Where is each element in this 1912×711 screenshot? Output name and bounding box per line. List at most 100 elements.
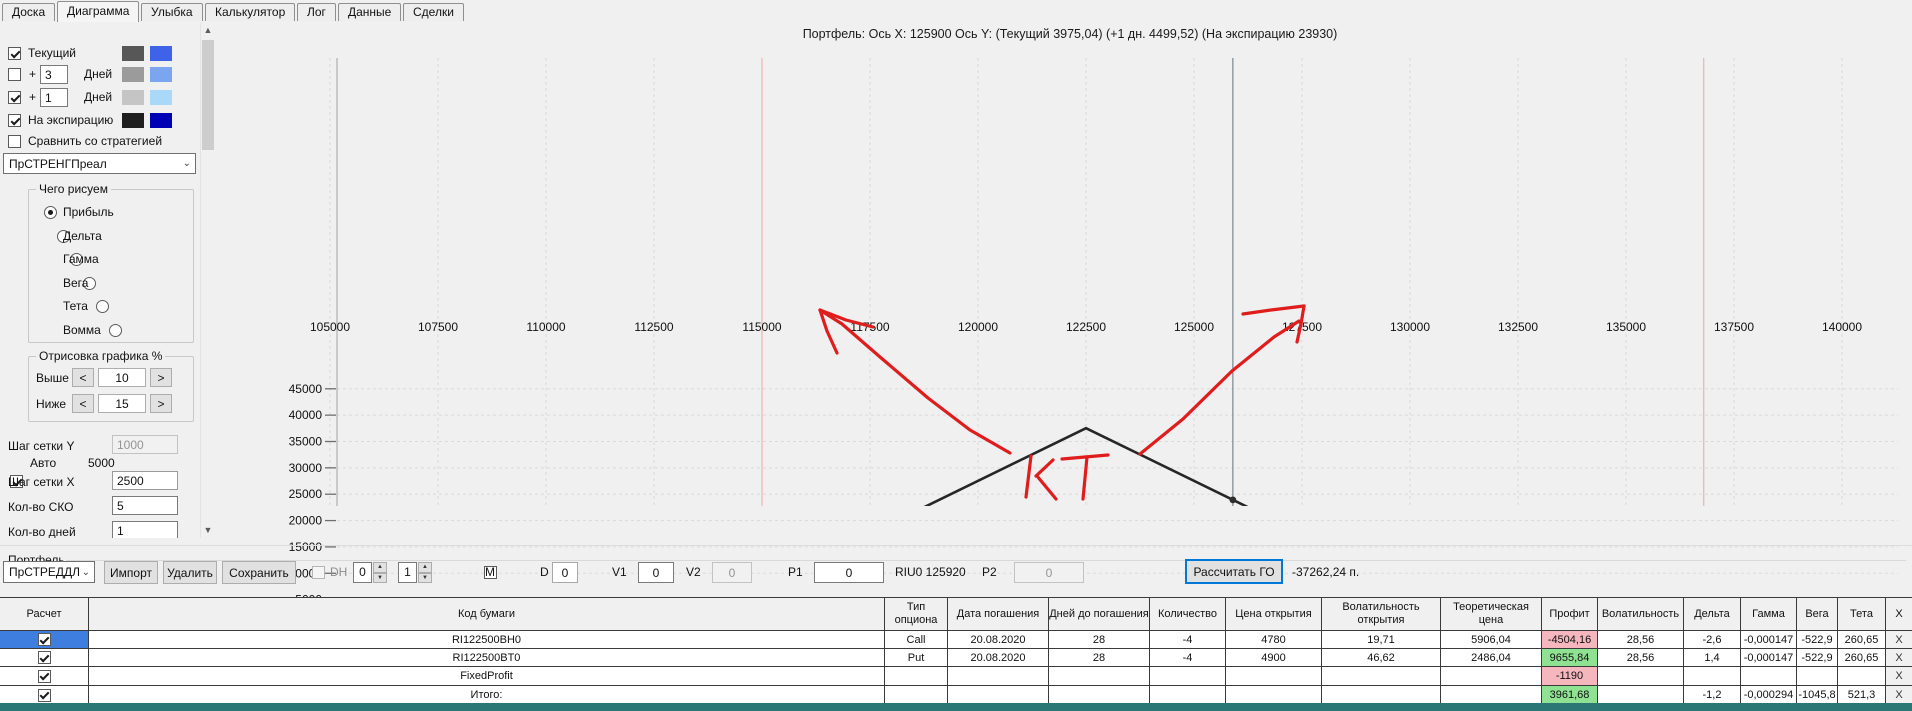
calc-go-button[interactable]: Рассчитать ГО	[1185, 559, 1283, 584]
remove-row-button[interactable]: X	[1886, 686, 1912, 704]
column-header[interactable]: Тип опциона	[885, 598, 947, 630]
remove-row-button[interactable]: X	[1886, 649, 1912, 666]
column-header[interactable]: Волатильность открытия	[1322, 598, 1440, 630]
spin-down-icon[interactable]: ▼	[373, 572, 387, 583]
cell-qty	[1150, 667, 1225, 685]
svg-text:112500: 112500	[634, 320, 673, 334]
plus1-checkbox[interactable]	[8, 91, 21, 104]
v2-input[interactable]	[712, 562, 752, 583]
column-header[interactable]: Дата погашения	[948, 598, 1048, 630]
plus1-days-input[interactable]	[40, 88, 68, 107]
p1-input[interactable]	[814, 562, 884, 583]
remove-row-button[interactable]: X	[1886, 667, 1912, 685]
svg-text:120000: 120000	[958, 320, 998, 334]
radio-прибыль[interactable]	[44, 206, 57, 219]
cell-date: 20.08.2020	[948, 631, 1048, 648]
p2-label: P2	[982, 565, 997, 579]
grid-step-y-input[interactable]	[112, 435, 178, 454]
tab-улыбка[interactable]: Улыбка	[141, 3, 203, 21]
plus-sign: +	[29, 90, 37, 104]
row-calc-checkbox-cell[interactable]	[0, 631, 88, 648]
v1-input[interactable]	[638, 562, 674, 583]
sko-count-input[interactable]	[112, 496, 178, 515]
column-header[interactable]: Профит	[1542, 598, 1597, 630]
column-header[interactable]: Цена открытия	[1226, 598, 1321, 630]
sidebar-scrollbar[interactable]: ▲ ▼	[200, 23, 216, 538]
above-increment-button[interactable]: >	[150, 368, 172, 387]
remove-row-button[interactable]: X	[1886, 631, 1912, 648]
plus3-days-input[interactable]	[40, 65, 68, 84]
tab-данные[interactable]: Данные	[338, 3, 402, 21]
save-button[interactable]: Сохранить	[222, 561, 296, 584]
plus3-checkbox[interactable]	[8, 68, 21, 81]
expiration-marker-swatch[interactable]	[150, 113, 172, 128]
tab-калькулятор[interactable]: Калькулятор	[205, 3, 296, 21]
column-header[interactable]: Количество	[1150, 598, 1225, 630]
expiration-checkbox[interactable]	[8, 114, 21, 127]
below-decrement-button[interactable]: <	[72, 394, 94, 413]
spin-up-icon[interactable]: ▲	[373, 562, 387, 573]
hand-annotation-stroke	[1035, 474, 1058, 501]
current-marker-swatch[interactable]	[150, 46, 172, 61]
compare-strategy-checkbox[interactable]	[8, 135, 21, 148]
dh-spinner-2-value: 1	[398, 562, 417, 583]
column-header[interactable]: Дельта	[1684, 598, 1740, 630]
column-header[interactable]: Вега	[1797, 598, 1837, 630]
scroll-up-icon[interactable]: ▲	[201, 23, 215, 38]
radio-вомма[interactable]	[109, 323, 122, 337]
current-checkbox[interactable]	[8, 47, 21, 60]
column-header[interactable]: Тета	[1838, 598, 1885, 630]
grid-step-x-input[interactable]	[112, 471, 178, 490]
expiration-line-swatch[interactable]	[122, 113, 144, 128]
column-header[interactable]: Волатильность	[1598, 598, 1683, 630]
dh-checkbox[interactable]	[312, 566, 325, 579]
dh-spinner-2[interactable]: 1 ▲ ▼	[398, 562, 432, 583]
plus3-marker-swatch[interactable]	[150, 67, 172, 82]
plus1-line-swatch[interactable]	[122, 90, 144, 105]
column-header[interactable]: Теоретическая цена	[1441, 598, 1541, 630]
column-header[interactable]: Гамма	[1741, 598, 1796, 630]
below-increment-button[interactable]: >	[150, 394, 172, 413]
spin-down-icon[interactable]: ▼	[418, 572, 432, 583]
below-percent-input[interactable]	[98, 394, 146, 413]
d-input[interactable]	[552, 562, 578, 583]
calc-checkbox[interactable]	[37, 688, 51, 702]
cell-theo_price: 5906,04	[1441, 631, 1541, 648]
cell-date: 20.08.2020	[948, 649, 1048, 666]
strategy-combobox[interactable]: ПрСТРЕНГПреал ⌄	[3, 153, 196, 174]
tab-диаграмма[interactable]: Диаграмма	[57, 1, 140, 22]
above-percent-input[interactable]	[98, 368, 146, 387]
current-line-swatch[interactable]	[122, 46, 144, 61]
days-count-input[interactable]	[112, 521, 178, 538]
tab-доска[interactable]: Доска	[2, 3, 56, 21]
column-header[interactable]: X	[1886, 598, 1912, 630]
scrollbar-thumb[interactable]	[202, 40, 214, 150]
calc-checkbox[interactable]	[37, 651, 51, 664]
spin-up-icon[interactable]: ▲	[418, 562, 432, 573]
tab-сделки[interactable]: Сделки	[403, 3, 464, 21]
radio-тета[interactable]	[96, 300, 109, 313]
column-header[interactable]: Расчет	[0, 598, 88, 630]
import-button[interactable]: Импорт	[104, 561, 158, 584]
cell-type	[885, 686, 947, 704]
above-decrement-button[interactable]: <	[72, 368, 94, 387]
dh-spinner-1[interactable]: 0 ▲ ▼	[353, 562, 387, 583]
portfolio-combobox[interactable]: ПрСТРЕДДЛ ⌄	[3, 561, 95, 583]
p2-input[interactable]	[1014, 562, 1084, 583]
price-marker-dot	[1229, 496, 1237, 504]
calc-checkbox[interactable]	[37, 669, 51, 683]
cell-gamma: -0,000147	[1741, 649, 1796, 666]
row-calc-checkbox-cell[interactable]	[0, 649, 88, 666]
plus3-line-swatch[interactable]	[122, 67, 144, 82]
scroll-down-icon[interactable]: ▼	[201, 523, 215, 538]
column-header[interactable]: Код бумаги	[89, 598, 884, 630]
svg-text:35000: 35000	[289, 434, 323, 448]
column-header[interactable]: Дней до погашения	[1049, 598, 1149, 630]
tab-лог[interactable]: Лог	[297, 3, 336, 21]
row-calc-checkbox-cell[interactable]	[0, 686, 88, 704]
auto-grid-label: Авто	[30, 456, 57, 470]
plus1-marker-swatch[interactable]	[150, 90, 172, 105]
delete-button[interactable]: Удалить	[163, 561, 217, 584]
row-calc-checkbox-cell[interactable]	[0, 667, 88, 685]
calc-checkbox[interactable]	[37, 633, 51, 646]
